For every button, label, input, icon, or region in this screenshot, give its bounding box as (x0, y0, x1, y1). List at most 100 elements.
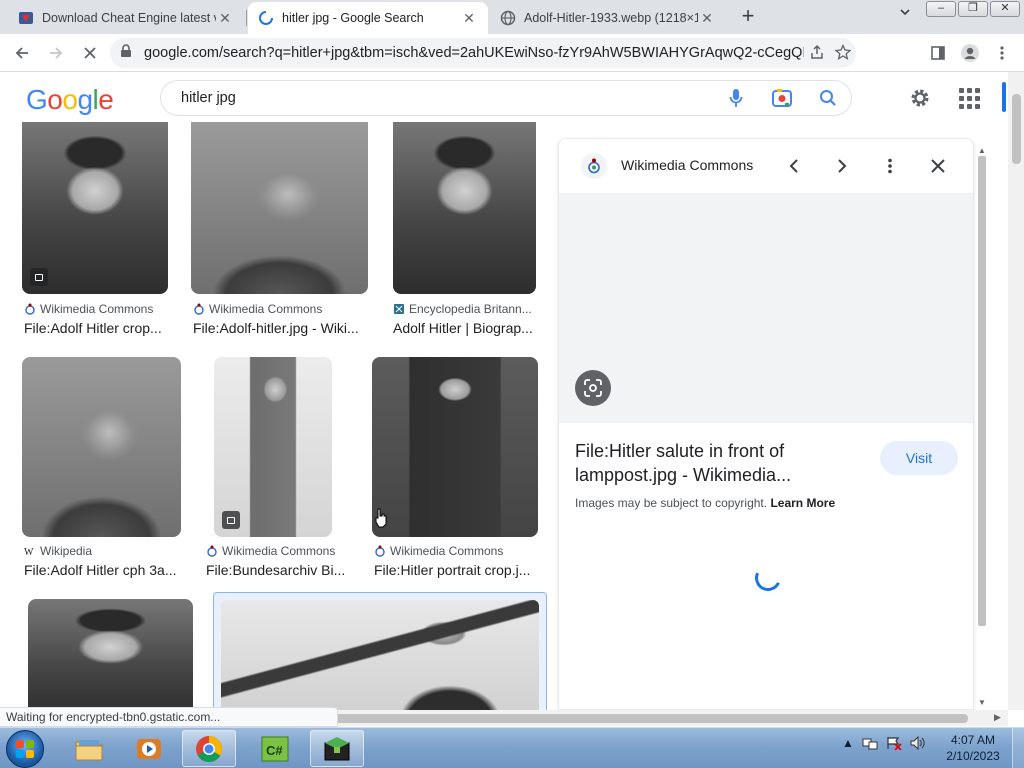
logo-letter[interactable]: o (47, 84, 63, 115)
result-source[interactable]: Encyclopedia Britann... (393, 302, 536, 316)
new-tab-button[interactable]: + (736, 4, 760, 28)
terminal-game-taskbar-button[interactable] (310, 730, 364, 767)
result-source[interactable]: Wikimedia Commons (193, 302, 368, 316)
google-logo[interactable]: Google (26, 84, 114, 116)
google-apps-grid-icon[interactable] (956, 85, 982, 111)
tab-image-webp[interactable]: Adolf-Hitler-1933.webp (1218×1 ✕ (490, 2, 726, 34)
network-icon[interactable] (862, 736, 878, 750)
result-caption[interactable]: File:Hitler portrait crop.j... (374, 562, 538, 578)
result-caption[interactable]: Adolf Hitler | Biograp... (393, 320, 536, 336)
learn-more-link[interactable]: Learn More (770, 496, 835, 510)
search-icon[interactable] (805, 81, 851, 115)
result-caption[interactable]: File:Adolf Hitler crop... (24, 320, 170, 336)
scrollbar-thumb[interactable] (978, 156, 986, 626)
visit-button[interactable]: Visit (880, 441, 958, 475)
tab-cheat-engine[interactable]: Download Cheat Engine latest ve ✕ (8, 2, 244, 34)
stop-loading-button[interactable] (76, 39, 104, 67)
copyright-notice: Images may be subject to copyright. Lear… (575, 496, 835, 510)
close-tab-icon[interactable]: ✕ (698, 10, 716, 27)
result-thumbnail[interactable] (221, 600, 539, 710)
minimize-button[interactable]: – (926, 1, 956, 17)
result-thumbnail[interactable] (22, 122, 168, 294)
action-center-flag-icon[interactable] (886, 736, 902, 750)
show-desktop-button[interactable] (1012, 728, 1024, 768)
wikimedia-icon (25, 303, 35, 315)
url-text[interactable]: google.com/search?q=hitler+jpg&tbm=isch&… (144, 45, 804, 61)
scrollbar-thumb[interactable] (1012, 94, 1021, 164)
image-result[interactable]: Wikimedia Commons File:Hitler portrait c… (372, 357, 538, 582)
logo-letter[interactable]: G (26, 84, 48, 115)
source-name: Wikimedia Commons (40, 302, 154, 316)
logo-letter[interactable]: g (77, 84, 93, 115)
result-caption[interactable]: File:Adolf-hitler.jpg - Wiki... (193, 320, 368, 336)
previous-image-chevron-left-icon[interactable] (781, 153, 807, 179)
image-result[interactable]: W Wikipedia File:Adolf Hitler cph 3a... (22, 357, 182, 582)
browser-menu-button[interactable] (988, 39, 1016, 67)
maximize-button[interactable]: ❐ (958, 1, 988, 17)
result-thumbnail[interactable] (22, 357, 181, 537)
file-explorer-taskbar-button[interactable] (62, 730, 116, 767)
google-header: Google (0, 72, 1010, 122)
scroll-up-arrow-icon[interactable]: ▲ (978, 146, 986, 155)
result-caption[interactable]: File:Bundesarchiv Bi... (206, 562, 346, 578)
next-image-chevron-right-icon[interactable] (829, 153, 855, 179)
address-bar[interactable]: google.com/search?q=hitler+jpg&tbm=isch&… (110, 38, 856, 68)
wikimedia-icon[interactable] (581, 153, 607, 179)
image-result[interactable]: Wikimedia Commons File:Adolf Hitler crop… (22, 122, 168, 337)
side-panel-button[interactable] (924, 39, 952, 67)
image-result[interactable]: Wikimedia Commons File:Bundesarchiv Bi..… (206, 357, 346, 582)
image-result[interactable]: Encyclopedia Britann... Adolf Hitler | B… (393, 122, 536, 337)
bookmark-star-icon[interactable] (830, 43, 856, 63)
result-source[interactable]: Wikimedia Commons (206, 544, 346, 558)
lens-camera-icon[interactable] (759, 81, 805, 115)
scroll-down-arrow-icon[interactable]: ▼ (978, 698, 986, 707)
result-caption[interactable]: File:Adolf Hitler cph 3a... (24, 562, 182, 578)
logo-letter[interactable]: o (62, 84, 78, 115)
close-window-button[interactable]: ✕ (990, 1, 1020, 17)
chrome-taskbar-button[interactable] (182, 730, 236, 767)
result-source[interactable]: W Wikipedia (24, 544, 182, 558)
forward-button[interactable] (42, 39, 70, 67)
more-options-kebab-icon[interactable] (877, 153, 903, 179)
search-input[interactable] (181, 90, 713, 106)
csharp-taskbar-button[interactable]: C# (248, 730, 302, 767)
preview-scrollbar[interactable]: ▲ ▼ (976, 146, 988, 708)
result-thumbnail[interactable] (372, 357, 538, 537)
image-result-selected[interactable] (221, 600, 539, 710)
tab-title: hitler jpg - Google Search (282, 11, 424, 25)
close-tab-icon[interactable]: ✕ (216, 10, 234, 27)
tab-search-chevron-icon[interactable] (894, 6, 916, 28)
lock-icon[interactable] (120, 44, 132, 62)
settings-gear-icon[interactable] (906, 84, 934, 112)
preview-title[interactable]: File:Hitler salute in front of lamppost.… (575, 439, 865, 487)
image-result[interactable]: Wikimedia Commons File:Adolf-hitler.jpg … (191, 122, 368, 337)
start-button[interactable] (6, 730, 44, 768)
google-lens-icon[interactable] (575, 370, 611, 406)
preview-site-name[interactable]: Wikimedia Commons (621, 157, 753, 173)
logo-letter[interactable]: e (98, 84, 114, 115)
close-preview-icon[interactable] (925, 153, 951, 179)
result-source[interactable]: Wikimedia Commons (24, 302, 170, 316)
scroll-right-arrow-icon[interactable]: ▶ (994, 712, 1001, 723)
page-vertical-scrollbar[interactable] (1008, 72, 1024, 710)
result-thumbnail[interactable] (393, 122, 536, 294)
result-thumbnail[interactable] (191, 122, 368, 294)
volume-icon[interactable] (910, 736, 926, 750)
profile-avatar-icon (961, 44, 979, 62)
result-thumbnail[interactable] (28, 599, 193, 710)
microphone-icon[interactable] (713, 81, 759, 115)
search-box[interactable] (160, 80, 852, 116)
share-icon[interactable] (804, 44, 830, 63)
back-button[interactable] (8, 39, 36, 67)
show-hidden-icons-icon[interactable]: ▲ (842, 736, 854, 750)
window-controls: – ❐ ✕ (926, 1, 1020, 17)
tab-google-search[interactable]: hitler jpg - Google Search ✕ (248, 2, 488, 34)
media-player-taskbar-button[interactable] (122, 730, 176, 767)
clock[interactable]: 4:07 AM 2/10/2023 (938, 732, 1008, 764)
preview-image-placeholder[interactable] (559, 193, 973, 423)
result-thumbnail[interactable] (214, 357, 332, 537)
profile-button[interactable] (956, 39, 984, 67)
result-source[interactable]: Wikimedia Commons (374, 544, 538, 558)
close-tab-icon[interactable]: ✕ (460, 10, 478, 27)
image-result[interactable] (28, 599, 193, 710)
